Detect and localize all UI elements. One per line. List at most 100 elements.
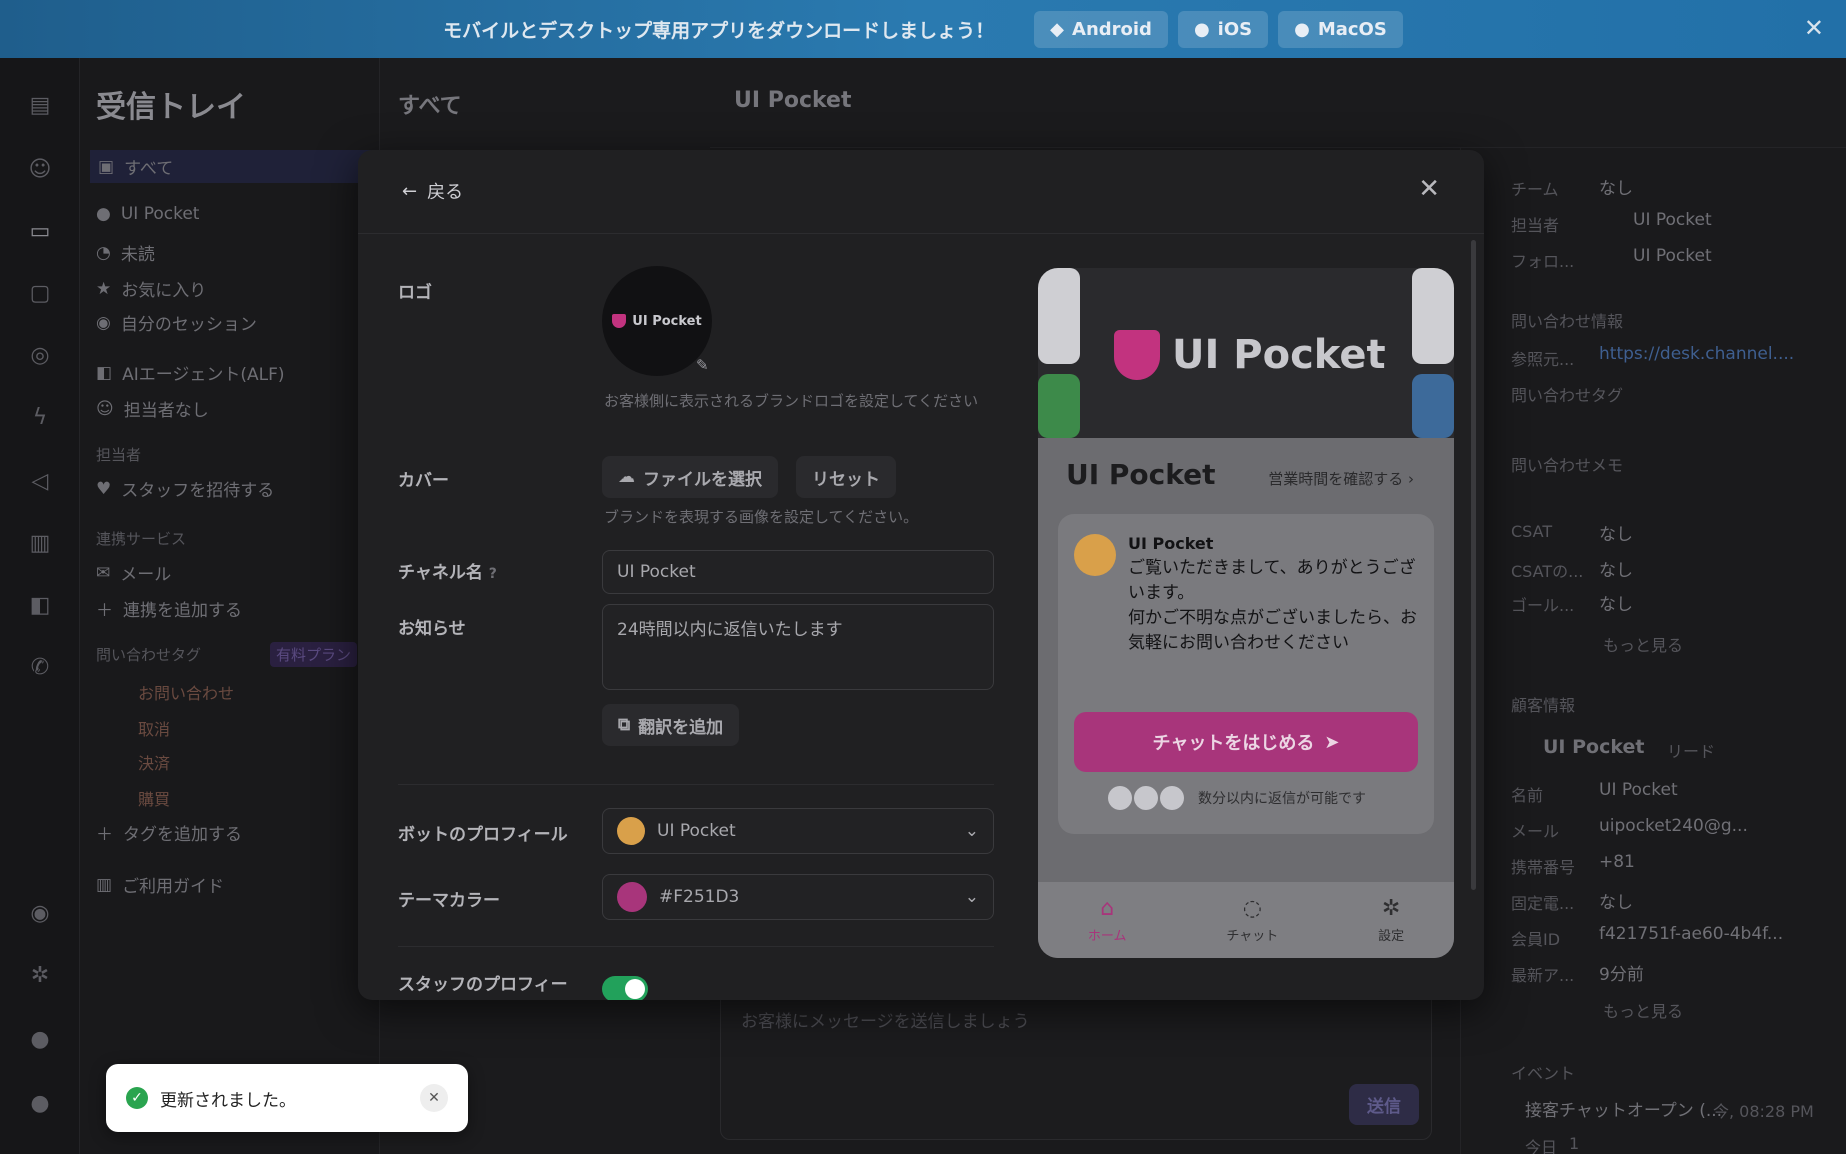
tag-item[interactable]: 決済: [138, 750, 170, 774]
ai-icon[interactable]: ◧: [24, 590, 56, 622]
assignee-section: 担当者: [96, 446, 142, 464]
back-button[interactable]: ← 戻る: [402, 178, 463, 204]
mail-value[interactable]: uipocket240@g...: [1599, 816, 1748, 836]
inbox-icon[interactable]: ▭: [24, 216, 56, 248]
avatar-icon: ●: [96, 204, 111, 224]
badge-icon[interactable]: ◎: [24, 340, 56, 372]
add-tag-link[interactable]: ＋タグを追加する: [96, 820, 242, 845]
invite-staff-link[interactable]: ♥ スタッフを招待する: [96, 476, 274, 502]
cover-label: カバー: [398, 471, 449, 491]
notice-label: お知らせ: [398, 619, 466, 639]
gear-icon[interactable]: ✲: [24, 960, 56, 992]
paid-plan-badge: 有料プラン: [270, 642, 358, 667]
tag-item[interactable]: 取消: [138, 716, 170, 740]
phone-value[interactable]: なし: [1599, 888, 1633, 913]
plus-icon: ＋: [96, 601, 113, 621]
integration-section: 連携サービス: [96, 530, 187, 548]
sidebar-item-ai-agent[interactable]: ◧ AIエージェント(ALF): [96, 360, 285, 386]
more-button[interactable]: もっと見る: [1603, 632, 1683, 656]
event-item[interactable]: 接客チャットオープン (...: [1525, 1096, 1722, 1121]
mobile-value[interactable]: +81: [1599, 852, 1635, 872]
composer-placeholder: お客様にメッセージを送信しましょう: [741, 1012, 1030, 1032]
mail-icon: ✉: [96, 562, 111, 583]
sidebar-item-ui-pocket[interactable]: ● UI Pocket: [96, 204, 199, 224]
lead-badge: リード: [1667, 742, 1716, 761]
avatar[interactable]: ●: [24, 1024, 56, 1056]
customer-info-heading: 顧客情報: [1511, 696, 1576, 715]
success-toast: ✓ 更新されました。 ✕: [106, 1064, 468, 1132]
sender-name: UI Pocket: [1128, 534, 1214, 553]
referrer-link[interactable]: https://desk.channel....: [1599, 344, 1794, 364]
color-swatch: [617, 882, 647, 912]
theme-color-select[interactable]: #F251D3 ⌄: [602, 874, 994, 920]
android-button[interactable]: ◆ Android: [1034, 10, 1168, 48]
sidebar-item-all[interactable]: ▣ すべて: [90, 150, 372, 183]
preview-channel-name: UI Pocket: [1066, 458, 1216, 491]
add-integration-link[interactable]: ＋連携を追加する: [96, 596, 242, 621]
more-button[interactable]: もっと見る: [1603, 998, 1683, 1022]
cover-thumb: [1412, 268, 1454, 364]
sidebar-item-mail[interactable]: ✉ メール: [96, 560, 171, 586]
bot-profile-select[interactable]: UI Pocket ⌄: [602, 808, 994, 854]
csat-value: なし: [1599, 525, 1633, 545]
send-button[interactable]: 送信: [1349, 1084, 1419, 1125]
logo-hint: お客様側に表示されるブランドロゴを設定してください: [604, 392, 979, 410]
emoji-icon[interactable]: ◉: [24, 898, 56, 930]
sidebar-item-unread[interactable]: ◔ 未読: [96, 240, 155, 266]
profile-icon[interactable]: ▢: [24, 278, 56, 310]
tab-settings[interactable]: ✲ 設定: [1378, 896, 1404, 944]
help-icon[interactable]: ?: [489, 566, 497, 582]
book-icon: ▥: [96, 874, 113, 895]
bolt-icon[interactable]: ϟ: [24, 402, 56, 434]
start-chat-button[interactable]: チャットをはじめる ➤: [1074, 712, 1418, 772]
cover-hint: ブランドを表現する画像を設定してください。: [604, 508, 919, 526]
sidebar-item-favorites[interactable]: ★ お気に入り: [96, 276, 206, 302]
inquiry-info-heading: 問い合わせ情報: [1511, 312, 1624, 331]
book-icon[interactable]: ▥: [24, 528, 56, 560]
recent-value: 9分前: [1599, 965, 1644, 985]
staff-profile-toggle[interactable]: [602, 976, 648, 1000]
tab-chat[interactable]: ◌ チャット: [1226, 896, 1278, 944]
follower-value[interactable]: UI Pocket: [1633, 246, 1712, 266]
assignee-value[interactable]: UI Pocket: [1633, 210, 1712, 230]
heart-icon: ♥: [96, 478, 112, 499]
ai-icon: ◧: [96, 362, 113, 383]
phone-icon[interactable]: ✆: [24, 652, 56, 684]
send-icon[interactable]: ◁: [24, 466, 56, 498]
sidebar-item-unassigned[interactable]: ☺ 担当者なし: [96, 396, 209, 422]
channel-settings-modal: ← 戻る ✕ ロゴ UI Pocket ✎ お客様側に表示されるブランドロゴを設定…: [358, 150, 1484, 1000]
cover-brand: UI Pocket: [1114, 330, 1386, 380]
choose-file-button[interactable]: ☁ ファイルを選択: [602, 456, 778, 498]
message-composer[interactable]: お客様にメッセージを送信しましょう 送信: [720, 990, 1432, 1140]
name-value[interactable]: UI Pocket: [1599, 780, 1678, 800]
banner-close-icon[interactable]: ✕: [1804, 14, 1824, 42]
staff-avatars: [1108, 786, 1184, 810]
assignee-label: 担当者: [1511, 216, 1560, 235]
logo-text: UI Pocket: [632, 313, 702, 329]
channel-name-input[interactable]: UI Pocket: [602, 550, 994, 594]
notice-textarea[interactable]: 24時間以内に返信いたします: [602, 604, 994, 690]
member-id-value[interactable]: f421751f-ae60-4b4f...: [1599, 924, 1783, 944]
team-value[interactable]: なし: [1599, 174, 1633, 199]
contacts-icon[interactable]: ☺: [24, 154, 56, 186]
sidebar-item-my-sessions[interactable]: ◉ 自分のセッション: [96, 310, 257, 336]
toast-close-icon[interactable]: ✕: [420, 1084, 448, 1112]
logo-icon[interactable]: ▤: [24, 90, 56, 122]
guide-link[interactable]: ▥ ご利用ガイド: [96, 872, 224, 898]
toast-message: 更新されました。: [160, 1090, 296, 1111]
add-translation-button[interactable]: ⧉ 翻訳を追加: [602, 704, 740, 746]
tag-item[interactable]: お問い合わせ: [138, 680, 234, 704]
scrollbar[interactable]: [1471, 240, 1476, 890]
macos-button[interactable]: ● MacOS: [1278, 10, 1403, 48]
goal-value: なし: [1599, 595, 1633, 615]
cover-thumb: [1412, 374, 1454, 438]
workspace-icon[interactable]: ●: [24, 1088, 56, 1120]
ios-button[interactable]: ● iOS: [1177, 10, 1269, 48]
edit-icon[interactable]: ✎: [696, 356, 709, 374]
tag-item[interactable]: 購買: [138, 786, 170, 810]
business-hours-link[interactable]: 営業時間を確認する ›: [1268, 468, 1414, 489]
tab-home[interactable]: ⌂ ホーム: [1088, 896, 1127, 944]
close-icon[interactable]: ✕: [1418, 174, 1440, 204]
name-label: 名前: [1511, 786, 1544, 805]
reset-button[interactable]: リセット: [796, 456, 896, 498]
